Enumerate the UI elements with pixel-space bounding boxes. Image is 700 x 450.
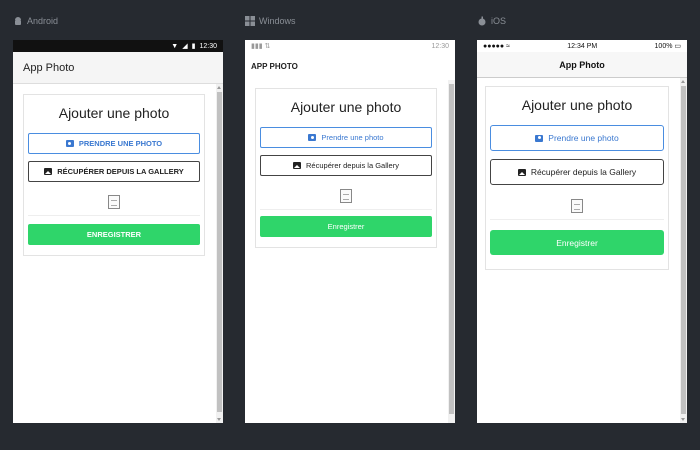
card-title: Ajouter une photo [58,105,170,121]
save-button[interactable]: Enregistrer [490,230,664,255]
photo-card: Ajouter une photo Prendre une photo Récu… [485,86,669,270]
gallery-button[interactable]: Récupérer depuis la Gallery [260,155,432,176]
signal-icon: ▮▮▮ ⇅ [251,43,271,50]
camera-icon [308,134,317,141]
windows-status-bar: ▮▮▮ ⇅ 12:30 [245,40,455,52]
take-photo-button[interactable]: PRENDRE UNE PHOTO [28,133,200,154]
ios-nav-bar: App Photo [477,52,687,78]
card-title: Ajouter une photo [521,97,633,113]
image-preview [260,183,432,210]
scroll-thumb[interactable] [217,92,222,412]
scroll-down-arrow[interactable] [681,418,685,421]
app-title: APP PHOTO [251,61,298,71]
image-preview [28,189,200,216]
status-time: 12:34 PM [567,42,598,50]
take-photo-button[interactable]: Prendre une photo [490,125,664,151]
scrollbar[interactable] [216,84,223,423]
camera-icon [535,134,544,142]
scroll-down-arrow[interactable] [217,418,221,421]
ios-phone: ●●●●● ≈ 12:34 PM 100% ▭ App Photo Ajoute… [477,40,687,423]
gallery-button[interactable]: Récupérer depuis la Gallery [490,159,664,185]
photo-card: Ajouter une photo Prendre une photo Récu… [255,88,437,248]
ios-platform-label: iOS [477,16,506,26]
android-content: Ajouter une photo PRENDRE UNE PHOTO RÉCU… [13,84,223,423]
windows-phone: ▮▮▮ ⇅ 12:30 APP PHOTO Ajouter une photo … [245,40,455,423]
signal-icon: ●●●●● ≈ [483,42,510,50]
card-title: Ajouter une photo [290,99,402,115]
battery-icon: ▮ [191,43,196,50]
ios-status-bar: ●●●●● ≈ 12:34 PM 100% ▭ [477,40,687,52]
gallery-button[interactable]: RÉCUPÉRER DEPUIS LA GALLERY [28,161,200,182]
battery-status: 100% ▭ [654,43,681,50]
photo-card: Ajouter une photo PRENDRE UNE PHOTO RÉCU… [23,94,205,256]
take-photo-button[interactable]: Prendre une photo [260,127,432,148]
image-icon [44,168,53,175]
scroll-up-arrow[interactable] [217,86,221,89]
image-preview [490,193,664,220]
android-app-bar: App Photo [13,52,223,84]
scroll-up-arrow[interactable] [681,80,685,83]
wifi-icon: ▼ [171,42,179,50]
apple-icon [478,16,486,26]
app-title: App Photo [23,61,75,74]
scrollbar[interactable] [680,78,687,423]
broken-image-icon [108,195,120,209]
android-platform-label: Android [13,16,58,26]
scrollbar[interactable] [448,80,455,423]
windows-app-bar: APP PHOTO [245,52,455,80]
save-button[interactable]: ENREGISTRER [28,224,200,245]
save-button[interactable]: Enregistrer [260,216,432,237]
image-icon [517,168,526,176]
windows-platform-label: Windows [245,16,296,26]
signal-icon: ◢ [182,43,188,50]
android-phone: ▼ ◢ ▮ 12:30 App Photo Ajouter une photo … [13,40,223,423]
image-icon [293,162,302,169]
android-status-bar: ▼ ◢ ▮ 12:30 [13,40,223,52]
ios-content: Ajouter une photo Prendre une photo Récu… [477,78,687,423]
scroll-thumb[interactable] [449,84,454,414]
windows-content: Ajouter une photo Prendre une photo Récu… [245,80,455,423]
windows-icon [245,16,255,26]
status-time: 12:30 [431,42,449,50]
status-time: 12:30 [199,42,217,50]
app-title: App Photo [559,59,605,70]
camera-icon [65,140,74,147]
broken-image-icon [340,189,352,203]
scroll-thumb[interactable] [681,86,686,414]
android-icon [15,17,21,25]
broken-image-icon [571,199,583,213]
